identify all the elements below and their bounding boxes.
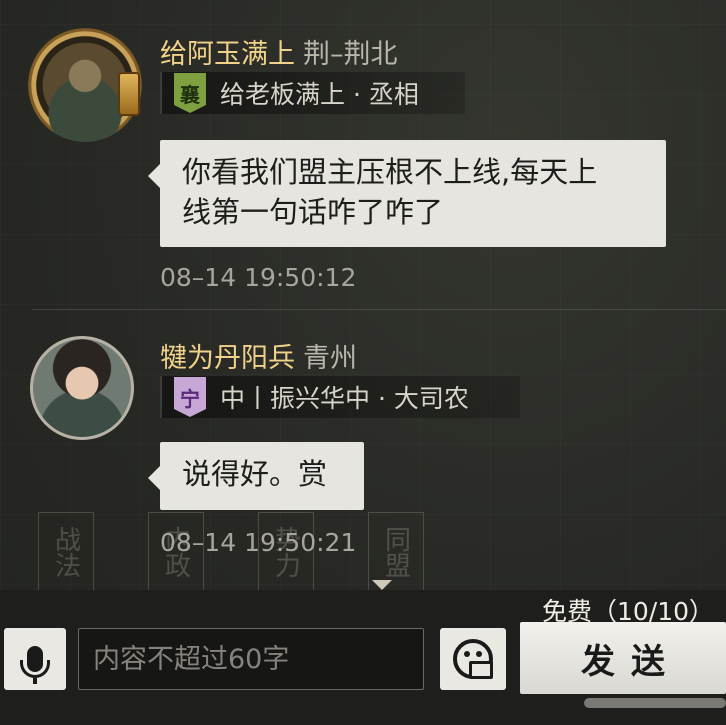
alliance-badge-icon: 宁 xyxy=(174,377,206,417)
message-text-line: 线第一句话咋了咋了 xyxy=(182,195,444,229)
voice-input-button[interactable] xyxy=(4,628,66,690)
message-bubble: 你看我们盟主压根不上线,每天上 线第一句话咋了咋了 xyxy=(148,140,666,247)
sender-name[interactable]: 给阿玉满上 xyxy=(160,39,295,70)
message-timestamp: 08–14 19:50:21 xyxy=(160,528,357,557)
emoji-icon xyxy=(453,639,493,679)
send-button[interactable]: 发送 xyxy=(520,622,726,694)
message-bubble: 说得好。赏 xyxy=(148,442,364,510)
scrollbar[interactable] xyxy=(584,698,726,708)
message-timestamp: 08–14 19:50:12 xyxy=(160,263,357,292)
message-text-line: 说得好。赏 xyxy=(182,457,328,491)
sender-region: 荆–荆北 xyxy=(303,39,398,70)
chat-input-bar: 免费（10/10） 发送 xyxy=(0,590,726,725)
chat-message: 犍为丹阳兵 青州 宁 中丨振兴华中 · 大司农 说得好。赏 08–14 19:50… xyxy=(0,312,726,572)
lantern-icon xyxy=(118,72,140,116)
alliance-badge-icon: 襄 xyxy=(174,73,206,113)
chat-message: 给阿玉满上 荆–荆北 襄 给老板满上 · 丞相 你看我们盟主压根不上线,每天上 线… xyxy=(0,0,726,305)
microphone-icon xyxy=(20,646,50,684)
sender-region: 青州 xyxy=(303,343,357,374)
alliance-text: 给老板满上 · 丞相 xyxy=(220,80,419,109)
message-input[interactable] xyxy=(78,628,424,690)
alliance-tag: 襄 给老板满上 · 丞相 xyxy=(160,72,465,114)
alliance-tag: 宁 中丨振兴华中 · 大司农 xyxy=(160,376,520,418)
chat-message-list[interactable]: 给阿玉满上 荆–荆北 襄 给老板满上 · 丞相 你看我们盟主压根不上线,每天上 线… xyxy=(0,0,726,590)
sender-line: 犍为丹阳兵 青州 xyxy=(160,336,357,375)
alliance-text: 中丨振兴华中 · 大司农 xyxy=(220,384,469,413)
sender-avatar[interactable] xyxy=(30,336,134,440)
sender-line: 给阿玉满上 荆–荆北 xyxy=(160,32,398,71)
message-divider xyxy=(32,309,726,310)
chevron-down-icon[interactable] xyxy=(372,580,392,590)
sender-avatar[interactable] xyxy=(28,28,142,142)
sender-name[interactable]: 犍为丹阳兵 xyxy=(160,343,295,374)
message-text-line: 你看我们盟主压根不上线,每天上 xyxy=(182,155,598,189)
emoji-button[interactable] xyxy=(440,628,506,690)
